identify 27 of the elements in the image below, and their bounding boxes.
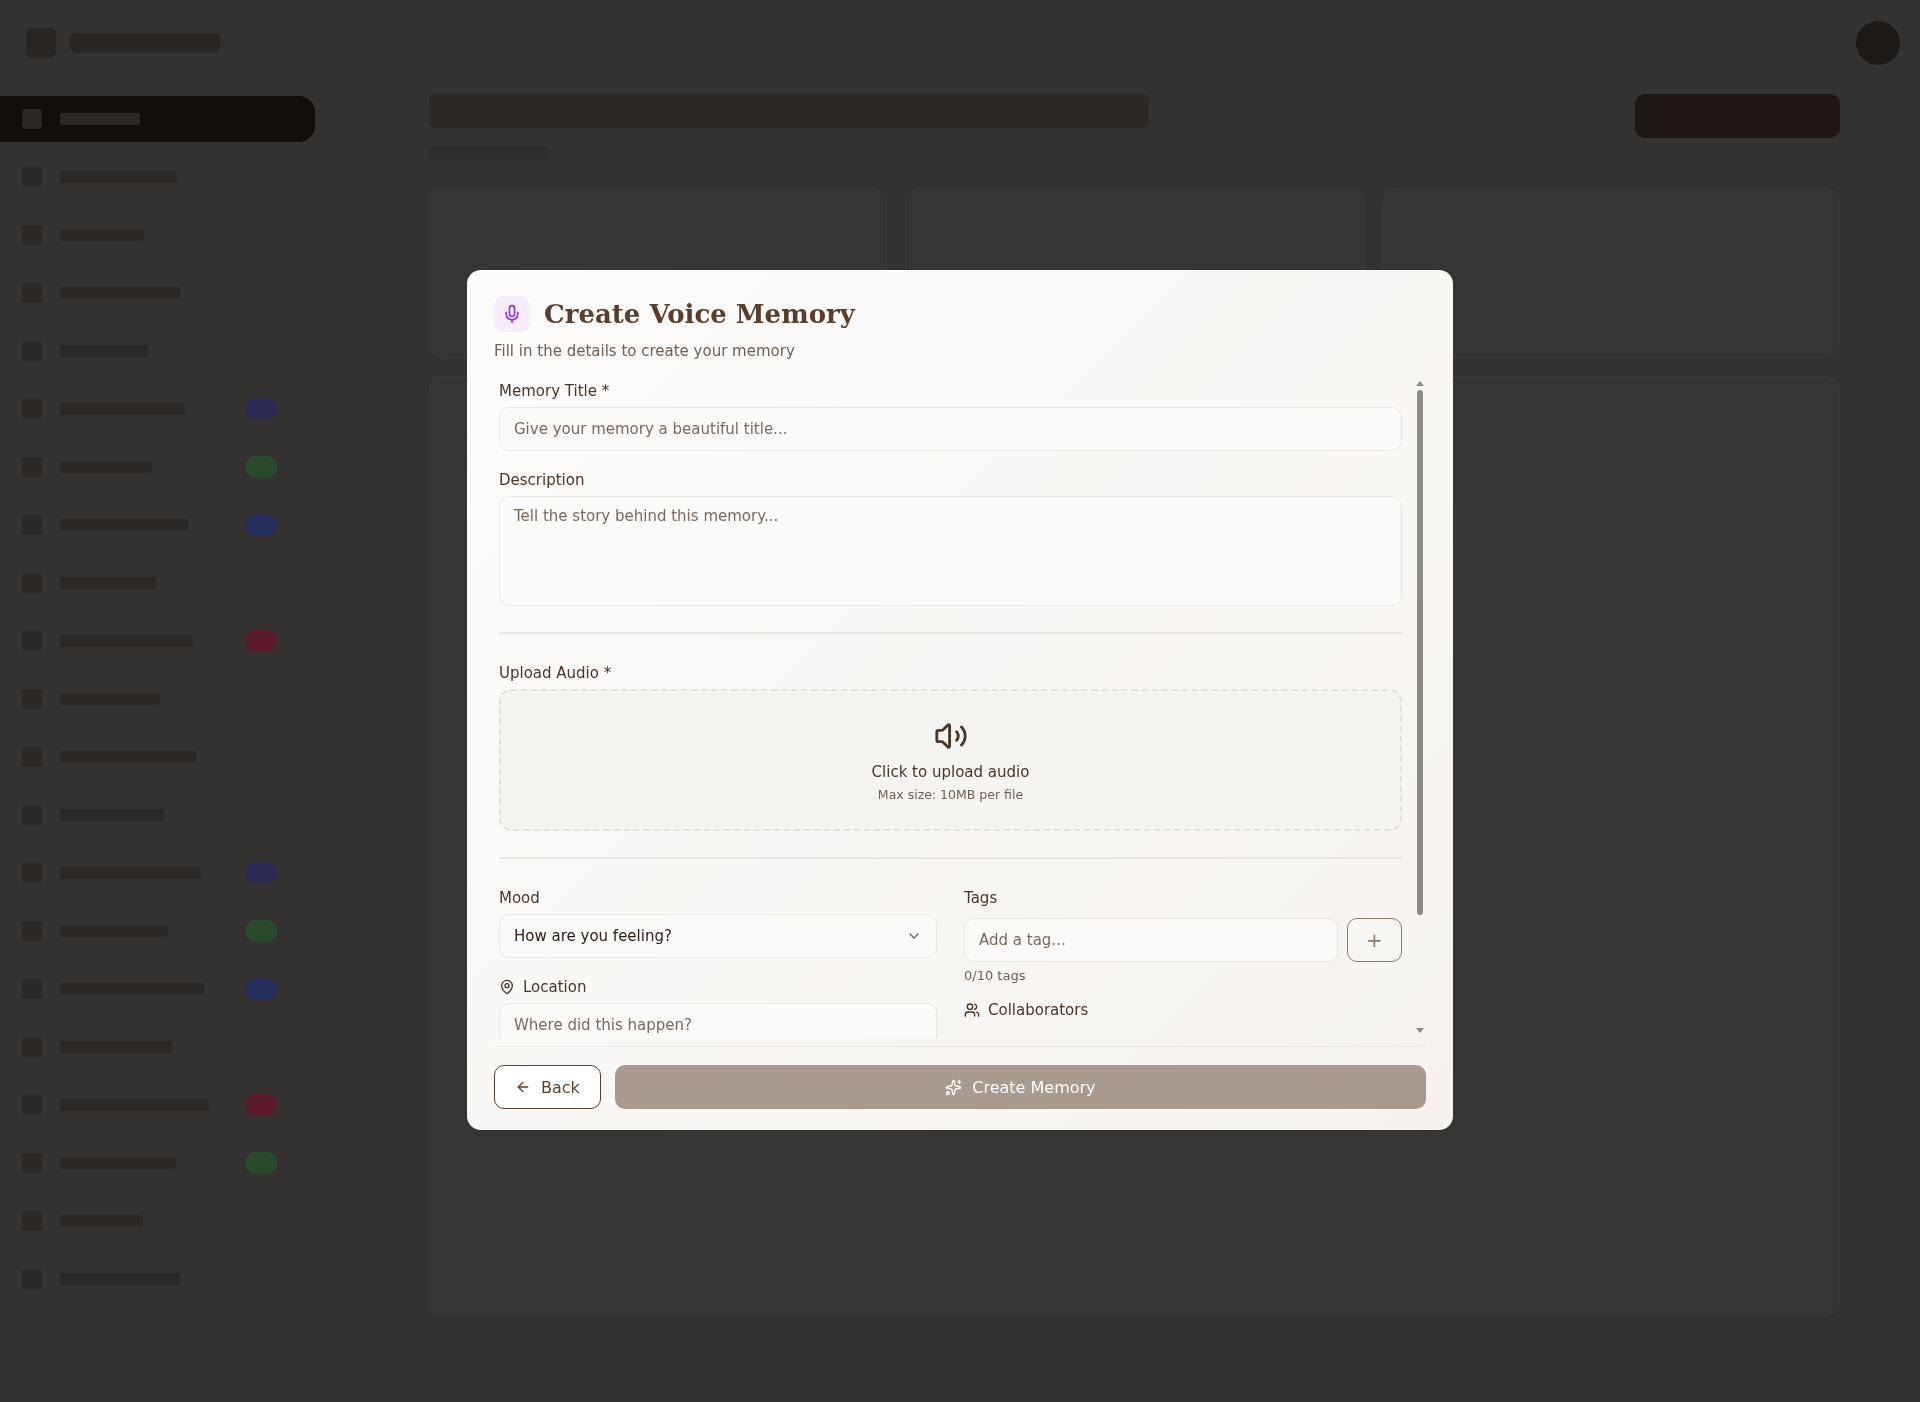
upload-hint: Max size: 10MB per file [877,786,1024,802]
audio-dropzone[interactable]: Click to upload audio Max size: 10MB per file [499,689,1402,831]
description-textarea[interactable]: Tell the story behind this memory... [499,496,1402,606]
mood-select[interactable]: How are you feeling? [499,914,937,958]
location-input[interactable]: Where did this happen? [499,1003,937,1038]
field-label: Upload Audio * [499,664,613,682]
title-input[interactable]: Give your memory a beautiful title... [499,407,1402,451]
sidebar-item[interactable] [0,96,315,142]
tag-count: 0/10 tags [964,968,1027,983]
add-tag-button[interactable]: + [1347,918,1402,962]
users-icon [964,1002,980,1018]
dialog-title: Create Voice Memory [544,299,855,329]
avatar[interactable] [1856,21,1900,65]
back-button[interactable]: Back [494,1065,601,1109]
field-label: Location [523,978,587,996]
field-label: Tags [964,889,999,907]
add-button-shape[interactable] [1635,94,1840,138]
field-label: Collaborators [988,1001,1089,1019]
field-label: Description [499,471,586,489]
upload-prompt: Click to upload audio [871,762,1030,781]
dialog-subtitle: Fill in the details to create your memory [494,342,796,360]
sparkles-icon [945,1078,963,1096]
map-pin-icon [499,979,515,995]
field-label: Memory Title * [499,382,611,400]
field-label: Mood [499,889,541,907]
microphone-icon [494,296,530,332]
tag-input[interactable]: Add a tag... [964,918,1338,962]
